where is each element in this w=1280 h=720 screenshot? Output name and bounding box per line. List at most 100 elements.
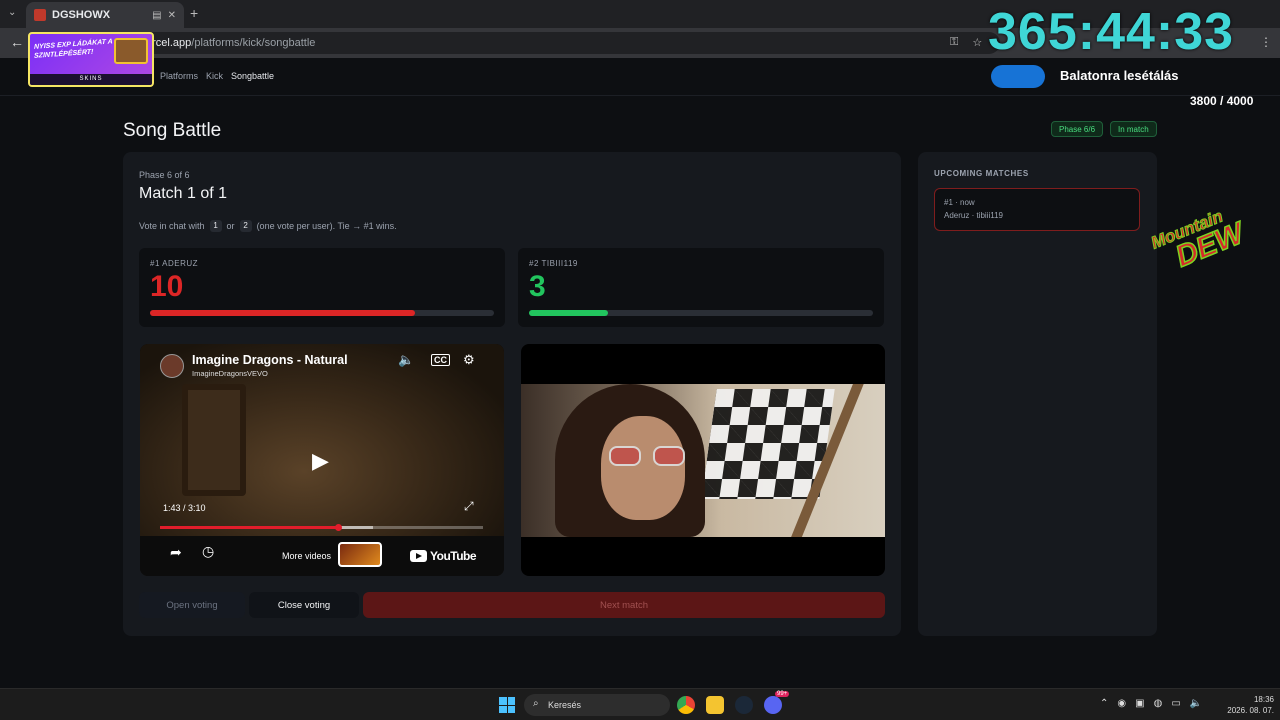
fullscreen-icon[interactable]: ⤢ [464, 499, 474, 514]
windows-start-icon[interactable] [499, 697, 515, 713]
next-match-button[interactable]: Next match [363, 592, 885, 618]
ad-brand: SKINS [30, 74, 152, 85]
browser-tab[interactable]: DGSHOWX ▤ ✕ [26, 2, 184, 28]
treasure-chest-icon [114, 38, 148, 64]
goal-count: 3800 / 4000 [1190, 94, 1254, 108]
ad-text: NYISS EXP LÁDÁKAT A SZINTLÉPÉSÉRT! [34, 38, 113, 60]
more-videos-thumbnail[interactable] [338, 542, 382, 567]
header-divider [0, 95, 1280, 96]
more-videos-label[interactable]: More videos [282, 551, 331, 561]
video-progress-bar[interactable] [160, 526, 483, 529]
taskbar-search[interactable]: ⌕ Keresés [524, 694, 670, 716]
breadcrumb-songbattle: Songbattle [231, 71, 275, 81]
bookmark-star-icon[interactable]: ☆ [972, 36, 982, 49]
contestant-label: #2 TIBIII119 [529, 259, 578, 268]
menu-dots-icon[interactable]: ⋮ [1260, 35, 1272, 49]
upcoming-matches-panel: UPCOMING MATCHES #1 · now Aderuz · tibii… [918, 152, 1157, 636]
search-icon: ⌕ [533, 698, 539, 709]
address-bar[interactable]: ercel.app /platforms/kick/songbattle [60, 32, 1000, 54]
app-page: Platforms Kick Songbattle Song Battle Ph… [0, 58, 1280, 688]
vote-key-1: 1 [209, 220, 222, 232]
match-title: Match 1 of 1 [139, 185, 228, 202]
woman-face-image [601, 416, 685, 520]
channel-name[interactable]: ImagineDragonsVEVO [192, 369, 268, 378]
play-icon[interactable]: ▶ [312, 448, 329, 474]
upcoming-match-item[interactable]: #1 · now Aderuz · tibiii119 [934, 188, 1140, 231]
tray-chevron-icon[interactable]: ⌃ [1100, 698, 1108, 709]
tab-favicon-icon [34, 9, 46, 21]
file-explorer-icon[interactable] [706, 696, 724, 714]
captions-icon[interactable]: CC [431, 354, 450, 366]
vote-bar-track [150, 310, 494, 316]
youtube-player[interactable]: Imagine Dragons - Natural ImagineDragons… [140, 344, 504, 576]
network-icon[interactable]: ▭ [1171, 698, 1180, 709]
discord-icon[interactable]: 99+ [764, 691, 790, 714]
tab-media-icon[interactable]: ▤ [152, 10, 161, 21]
vote-prefix: Vote in chat with [139, 221, 205, 231]
video-scrubber-handle[interactable] [334, 524, 342, 531]
vote-suffix: (one vote per user). Tie → #1 wins. [256, 221, 397, 231]
video-progress-fill [160, 526, 338, 529]
upcoming-title: UPCOMING MATCHES [934, 169, 1029, 178]
tab-close-icon[interactable]: ✕ [168, 10, 176, 21]
watch-later-clock-icon[interactable]: ◷ [202, 543, 214, 560]
video-time: 1:43 / 3:10 [163, 503, 206, 513]
youtube-logo[interactable]: YouTube [410, 549, 477, 563]
stream-timer: 365:44:33 [988, 3, 1235, 61]
score-card-1: #1 ADERUZ 10 [139, 248, 505, 327]
youtube-play-logo-icon [410, 550, 427, 562]
channel-avatar[interactable] [160, 354, 184, 378]
open-voting-button[interactable]: Open voting [139, 592, 245, 618]
steam-icon[interactable] [735, 696, 753, 714]
windows-taskbar: ⌕ Keresés 99+ ⌃ ◉ ▣ ◍ ▭ 🔈 18:36 2026. 08… [0, 688, 1280, 720]
discord-badge: 99+ [775, 691, 790, 697]
taskbar-clock[interactable]: 18:36 2026. 08. 07. [1220, 694, 1274, 716]
settings-gear-icon[interactable]: ⚙ [463, 352, 475, 368]
key-icon[interactable]: ⚿ [950, 36, 958, 49]
sponsor-ad-banner: NYISS EXP LÁDÁKAT A SZINTLÉPÉSÉRT! SKINS [28, 32, 154, 87]
breadcrumb: Platforms Kick Songbattle [160, 71, 274, 81]
phase-badge: Phase 6/6 [1051, 121, 1104, 137]
vote-count: 10 [150, 270, 184, 303]
system-tray: ⌃ ◉ ▣ ◍ ▭ 🔈 [1100, 698, 1202, 709]
phase-subtitle: Phase 6 of 6 [139, 170, 190, 180]
video-title[interactable]: Imagine Dragons - Natural [192, 353, 348, 367]
contestant-label: #1 ADERUZ [150, 259, 199, 268]
vote-bar-fill [150, 310, 415, 316]
video-frame-image [521, 384, 885, 537]
toolbar-icons: ⚿ ☆ [950, 36, 982, 49]
vote-count: 3 [529, 270, 546, 303]
new-tab-icon[interactable]: + [190, 5, 198, 21]
share-icon[interactable]: ➦ [170, 544, 182, 561]
youtube-logo-text: YouTube [430, 549, 477, 563]
sunglasses-image [609, 446, 641, 466]
back-arrow-icon[interactable]: ← [10, 34, 24, 50]
upcoming-match-players: Aderuz · tibiii119 [944, 211, 1003, 220]
volume-icon[interactable]: 🔈 [398, 352, 414, 368]
tray-app-icon[interactable]: ▣ [1135, 698, 1144, 709]
vote-or: or [226, 221, 235, 231]
tab-title: DGSHOWX [52, 9, 111, 21]
goal-progress-pill [991, 65, 1045, 88]
tray-steam-icon[interactable]: ◉ [1117, 698, 1126, 709]
youtube-bottom-bar: ➦ ◷ More videos YouTube [140, 536, 504, 576]
clock-date: 2026. 08. 07. [1227, 706, 1274, 715]
video-scene-portrait [182, 384, 246, 496]
tray-discord-icon[interactable]: ◍ [1154, 698, 1163, 709]
vote-instructions: Vote in chat with 1 or 2 (one vote per u… [139, 220, 397, 232]
sunglasses-image [653, 446, 685, 466]
score-card-2: #2 TIBIII119 3 [518, 248, 884, 327]
volume-icon[interactable]: 🔈 [1190, 698, 1202, 709]
vote-key-2: 2 [239, 220, 252, 232]
breadcrumb-kick[interactable]: Kick [206, 71, 223, 81]
status-badge: In match [1110, 121, 1157, 137]
close-voting-button[interactable]: Close voting [249, 592, 359, 618]
search-placeholder: Keresés [548, 700, 582, 710]
video-player-2[interactable] [521, 344, 885, 576]
vote-bar-track [529, 310, 873, 316]
breadcrumb-platforms[interactable]: Platforms [160, 71, 198, 81]
match-card: Phase 6 of 6 Match 1 of 1 Vote in chat w… [123, 152, 901, 636]
chrome-icon[interactable] [677, 696, 695, 714]
tab-search-chevron-icon[interactable]: ⌄ [8, 7, 16, 18]
upcoming-match-when: #1 · now [944, 198, 975, 207]
